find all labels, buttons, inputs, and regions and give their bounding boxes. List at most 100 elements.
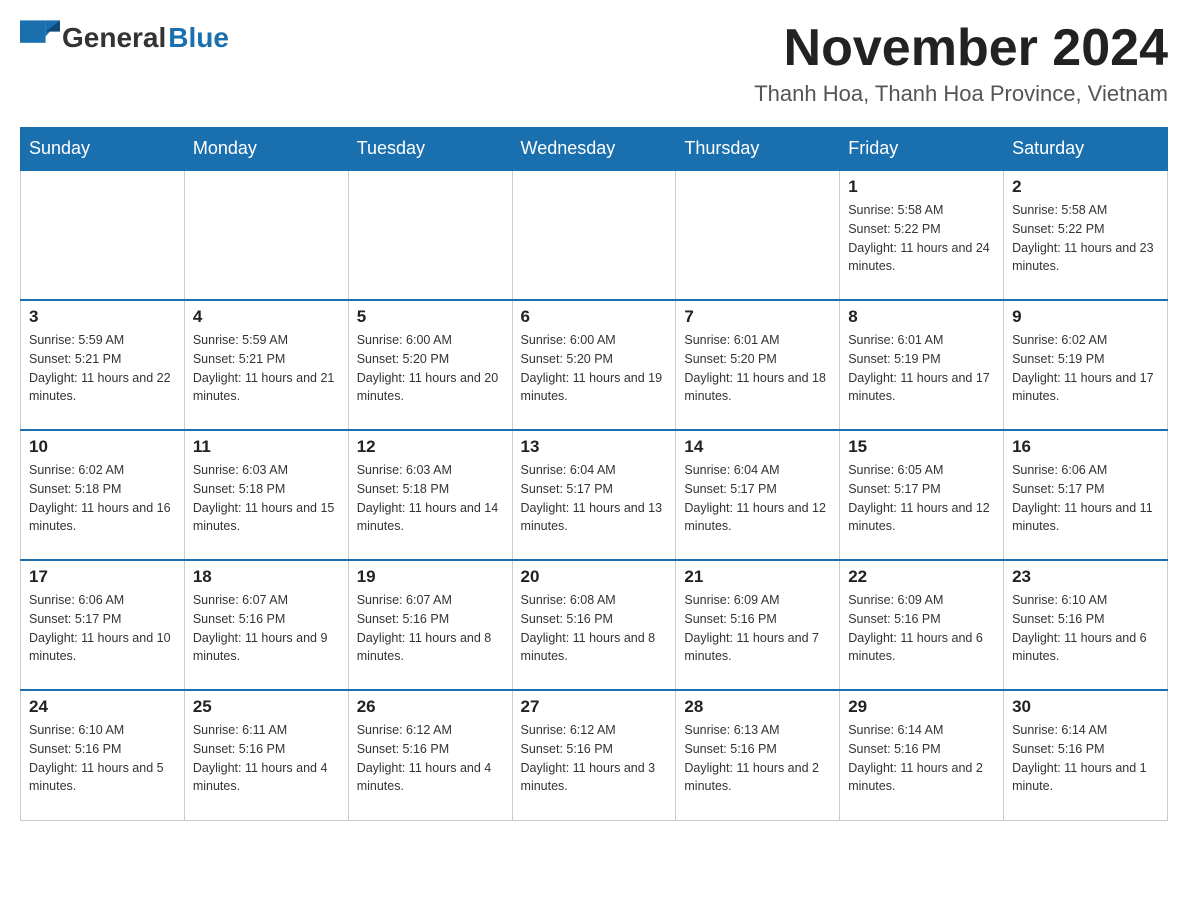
weekday-header-monday: Monday <box>184 128 348 171</box>
sun-info: Sunrise: 6:02 AMSunset: 5:18 PMDaylight:… <box>29 461 176 536</box>
day-number: 6 <box>521 307 668 327</box>
sun-info: Sunrise: 6:08 AMSunset: 5:16 PMDaylight:… <box>521 591 668 666</box>
calendar-cell <box>348 170 512 300</box>
calendar-cell: 19Sunrise: 6:07 AMSunset: 5:16 PMDayligh… <box>348 560 512 690</box>
calendar-cell: 3Sunrise: 5:59 AMSunset: 5:21 PMDaylight… <box>21 300 185 430</box>
calendar-cell: 4Sunrise: 5:59 AMSunset: 5:21 PMDaylight… <box>184 300 348 430</box>
sun-info: Sunrise: 6:03 AMSunset: 5:18 PMDaylight:… <box>357 461 504 536</box>
calendar-cell: 21Sunrise: 6:09 AMSunset: 5:16 PMDayligh… <box>676 560 840 690</box>
calendar-cell: 29 Sunrise: 6:14 AMSunset: 5:16 PMDayligh… <box>840 690 1004 820</box>
calendar-cell: 26 Sunrise: 6:12 AMSunset: 5:16 PMDayligh… <box>348 690 512 820</box>
sun-info: Sunrise: 6:12 AMSunset: 5:16 PMDaylight:… <box>521 721 668 796</box>
day-number: 9 <box>1012 307 1159 327</box>
weekday-header-tuesday: Tuesday <box>348 128 512 171</box>
day-number: 17 <box>29 567 176 587</box>
calendar-week-4: 17 Sunrise: 6:06 AMSunset: 5:17 PMDayligh… <box>21 560 1168 690</box>
calendar-cell: 17 Sunrise: 6:06 AMSunset: 5:17 PMDayligh… <box>21 560 185 690</box>
calendar-cell: 5 Sunrise: 6:00 AMSunset: 5:20 PMDaylight… <box>348 300 512 430</box>
calendar-header-row: SundayMondayTuesdayWednesdayThursdayFrid… <box>21 128 1168 171</box>
day-number: 5 <box>357 307 504 327</box>
sun-info: Sunrise: 6:14 AMSunset: 5:16 PMDaylight:… <box>848 721 995 796</box>
day-number: 2 <box>1012 177 1159 197</box>
sun-info: Sunrise: 5:58 AMSunset: 5:22 PMDaylight:… <box>848 201 995 276</box>
logo-text-blue: Blue <box>168 22 229 54</box>
weekday-header-wednesday: Wednesday <box>512 128 676 171</box>
sun-info: Sunrise: 6:03 AMSunset: 5:18 PMDaylight:… <box>193 461 340 536</box>
day-number: 21 <box>684 567 831 587</box>
day-number: 15 <box>848 437 995 457</box>
sun-info: Sunrise: 6:01 AMSunset: 5:20 PMDaylight:… <box>684 331 831 406</box>
sun-info: Sunrise: 6:10 AMSunset: 5:16 PMDaylight:… <box>1012 591 1159 666</box>
calendar-cell <box>184 170 348 300</box>
day-number: 8 <box>848 307 995 327</box>
sun-info: Sunrise: 6:07 AMSunset: 5:16 PMDaylight:… <box>193 591 340 666</box>
day-number: 16 <box>1012 437 1159 457</box>
calendar-cell: 27 Sunrise: 6:12 AMSunset: 5:16 PMDayligh… <box>512 690 676 820</box>
day-number: 12 <box>357 437 504 457</box>
day-number: 26 <box>357 697 504 717</box>
calendar-cell: 13 Sunrise: 6:04 AMSunset: 5:17 PMDayligh… <box>512 430 676 560</box>
logo-text-general: General <box>62 22 166 54</box>
calendar-cell: 12 Sunrise: 6:03 AMSunset: 5:18 PMDayligh… <box>348 430 512 560</box>
calendar-week-3: 10 Sunrise: 6:02 AMSunset: 5:18 PMDayligh… <box>21 430 1168 560</box>
weekday-header-thursday: Thursday <box>676 128 840 171</box>
sun-info: Sunrise: 6:09 AMSunset: 5:16 PMDaylight:… <box>848 591 995 666</box>
day-number: 30 <box>1012 697 1159 717</box>
sun-info: Sunrise: 6:13 AMSunset: 5:16 PMDaylight:… <box>684 721 831 796</box>
day-number: 3 <box>29 307 176 327</box>
calendar-cell: 30 Sunrise: 6:14 AMSunset: 5:16 PMDayligh… <box>1004 690 1168 820</box>
calendar-cell: 24Sunrise: 6:10 AMSunset: 5:16 PMDayligh… <box>21 690 185 820</box>
sun-info: Sunrise: 6:06 AMSunset: 5:17 PMDaylight:… <box>1012 461 1159 536</box>
title-section: November 2024 Thanh Hoa, Thanh Hoa Provi… <box>754 20 1168 107</box>
calendar-cell <box>676 170 840 300</box>
calendar-cell: 2 Sunrise: 5:58 AMSunset: 5:22 PMDaylight… <box>1004 170 1168 300</box>
sun-info: Sunrise: 6:06 AMSunset: 5:17 PMDaylight:… <box>29 591 176 666</box>
calendar-cell: 7 Sunrise: 6:01 AMSunset: 5:20 PMDaylight… <box>676 300 840 430</box>
calendar-cell: 20 Sunrise: 6:08 AMSunset: 5:16 PMDayligh… <box>512 560 676 690</box>
day-number: 29 <box>848 697 995 717</box>
day-number: 24 <box>29 697 176 717</box>
sun-info: Sunrise: 6:12 AMSunset: 5:16 PMDaylight:… <box>357 721 504 796</box>
page-header: General Blue November 2024 Thanh Hoa, Th… <box>20 20 1168 107</box>
weekday-header-sunday: Sunday <box>21 128 185 171</box>
calendar-cell: 9Sunrise: 6:02 AMSunset: 5:19 PMDaylight… <box>1004 300 1168 430</box>
calendar-cell: 8Sunrise: 6:01 AMSunset: 5:19 PMDaylight… <box>840 300 1004 430</box>
day-number: 18 <box>193 567 340 587</box>
sun-info: Sunrise: 6:04 AMSunset: 5:17 PMDaylight:… <box>684 461 831 536</box>
day-number: 13 <box>521 437 668 457</box>
calendar-cell: 22 Sunrise: 6:09 AMSunset: 5:16 PMDayligh… <box>840 560 1004 690</box>
day-number: 27 <box>521 697 668 717</box>
sun-info: Sunrise: 6:00 AMSunset: 5:20 PMDaylight:… <box>521 331 668 406</box>
calendar-cell: 15 Sunrise: 6:05 AMSunset: 5:17 PMDayligh… <box>840 430 1004 560</box>
calendar-cell: 25Sunrise: 6:11 AMSunset: 5:16 PMDayligh… <box>184 690 348 820</box>
logo-icon <box>20 20 60 56</box>
calendar-cell: 14 Sunrise: 6:04 AMSunset: 5:17 PMDayligh… <box>676 430 840 560</box>
calendar-week-5: 24Sunrise: 6:10 AMSunset: 5:16 PMDayligh… <box>21 690 1168 820</box>
location-subtitle: Thanh Hoa, Thanh Hoa Province, Vietnam <box>754 81 1168 107</box>
day-number: 28 <box>684 697 831 717</box>
calendar-cell <box>21 170 185 300</box>
sun-info: Sunrise: 5:58 AMSunset: 5:22 PMDaylight:… <box>1012 201 1159 276</box>
calendar-cell: 28 Sunrise: 6:13 AMSunset: 5:16 PMDayligh… <box>676 690 840 820</box>
calendar-cell: 1Sunrise: 5:58 AMSunset: 5:22 PMDaylight… <box>840 170 1004 300</box>
day-number: 25 <box>193 697 340 717</box>
day-number: 20 <box>521 567 668 587</box>
day-number: 23 <box>1012 567 1159 587</box>
day-number: 7 <box>684 307 831 327</box>
sun-info: Sunrise: 6:04 AMSunset: 5:17 PMDaylight:… <box>521 461 668 536</box>
logo: General Blue <box>20 20 229 56</box>
day-number: 11 <box>193 437 340 457</box>
day-number: 10 <box>29 437 176 457</box>
sun-info: Sunrise: 6:05 AMSunset: 5:17 PMDaylight:… <box>848 461 995 536</box>
sun-info: Sunrise: 6:14 AMSunset: 5:16 PMDaylight:… <box>1012 721 1159 796</box>
calendar-cell <box>512 170 676 300</box>
calendar-week-2: 3 Sunrise: 5:59 AMSunset: 5:21 PMDaylight… <box>21 300 1168 430</box>
day-number: 22 <box>848 567 995 587</box>
calendar-cell: 6 Sunrise: 6:00 AMSunset: 5:20 PMDaylight… <box>512 300 676 430</box>
day-number: 19 <box>357 567 504 587</box>
day-number: 14 <box>684 437 831 457</box>
sun-info: Sunrise: 6:00 AMSunset: 5:20 PMDaylight:… <box>357 331 504 406</box>
weekday-header-friday: Friday <box>840 128 1004 171</box>
sun-info: Sunrise: 5:59 AMSunset: 5:21 PMDaylight:… <box>193 331 340 406</box>
month-year-title: November 2024 <box>754 20 1168 77</box>
